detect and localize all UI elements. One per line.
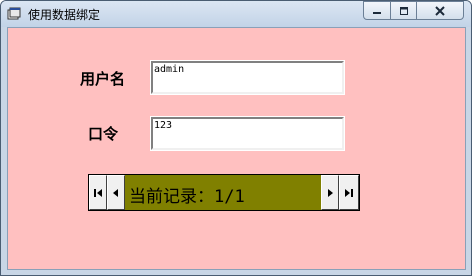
username-field[interactable]: admin xyxy=(150,60,345,95)
form-client-area: 用户名 admin 口令 123 当前记录：1/1 xyxy=(7,27,466,270)
previous-record-button[interactable] xyxy=(107,175,125,210)
close-icon xyxy=(435,5,445,16)
previous-record-icon xyxy=(113,188,118,197)
last-record-icon xyxy=(345,188,353,197)
title-bar[interactable]: 使用数据绑定 xyxy=(1,1,471,27)
username-label: 用户名 xyxy=(80,70,126,88)
next-record-icon xyxy=(328,188,333,197)
maximize-button[interactable] xyxy=(390,1,417,20)
password-value: 123 xyxy=(154,120,173,131)
app-window: 使用数据绑定 用户名 admin 口令 123 当前记录：1/1 xyxy=(0,0,472,276)
password-field[interactable]: 123 xyxy=(150,116,345,151)
first-record-button[interactable] xyxy=(89,175,107,210)
username-value: admin xyxy=(154,64,185,75)
first-record-icon xyxy=(94,188,102,197)
maximize-icon xyxy=(399,6,408,15)
data-control[interactable]: 当前记录：1/1 xyxy=(88,174,360,211)
last-record-button[interactable] xyxy=(339,175,359,210)
minimize-button[interactable] xyxy=(363,1,391,20)
next-record-button[interactable] xyxy=(321,175,339,210)
app-icon[interactable] xyxy=(7,7,21,21)
minimize-icon xyxy=(373,11,381,14)
close-button[interactable] xyxy=(416,1,464,20)
password-label: 口令 xyxy=(88,125,119,143)
window-title: 使用数据绑定 xyxy=(28,8,101,22)
record-caption: 当前记录：1/1 xyxy=(129,187,245,207)
